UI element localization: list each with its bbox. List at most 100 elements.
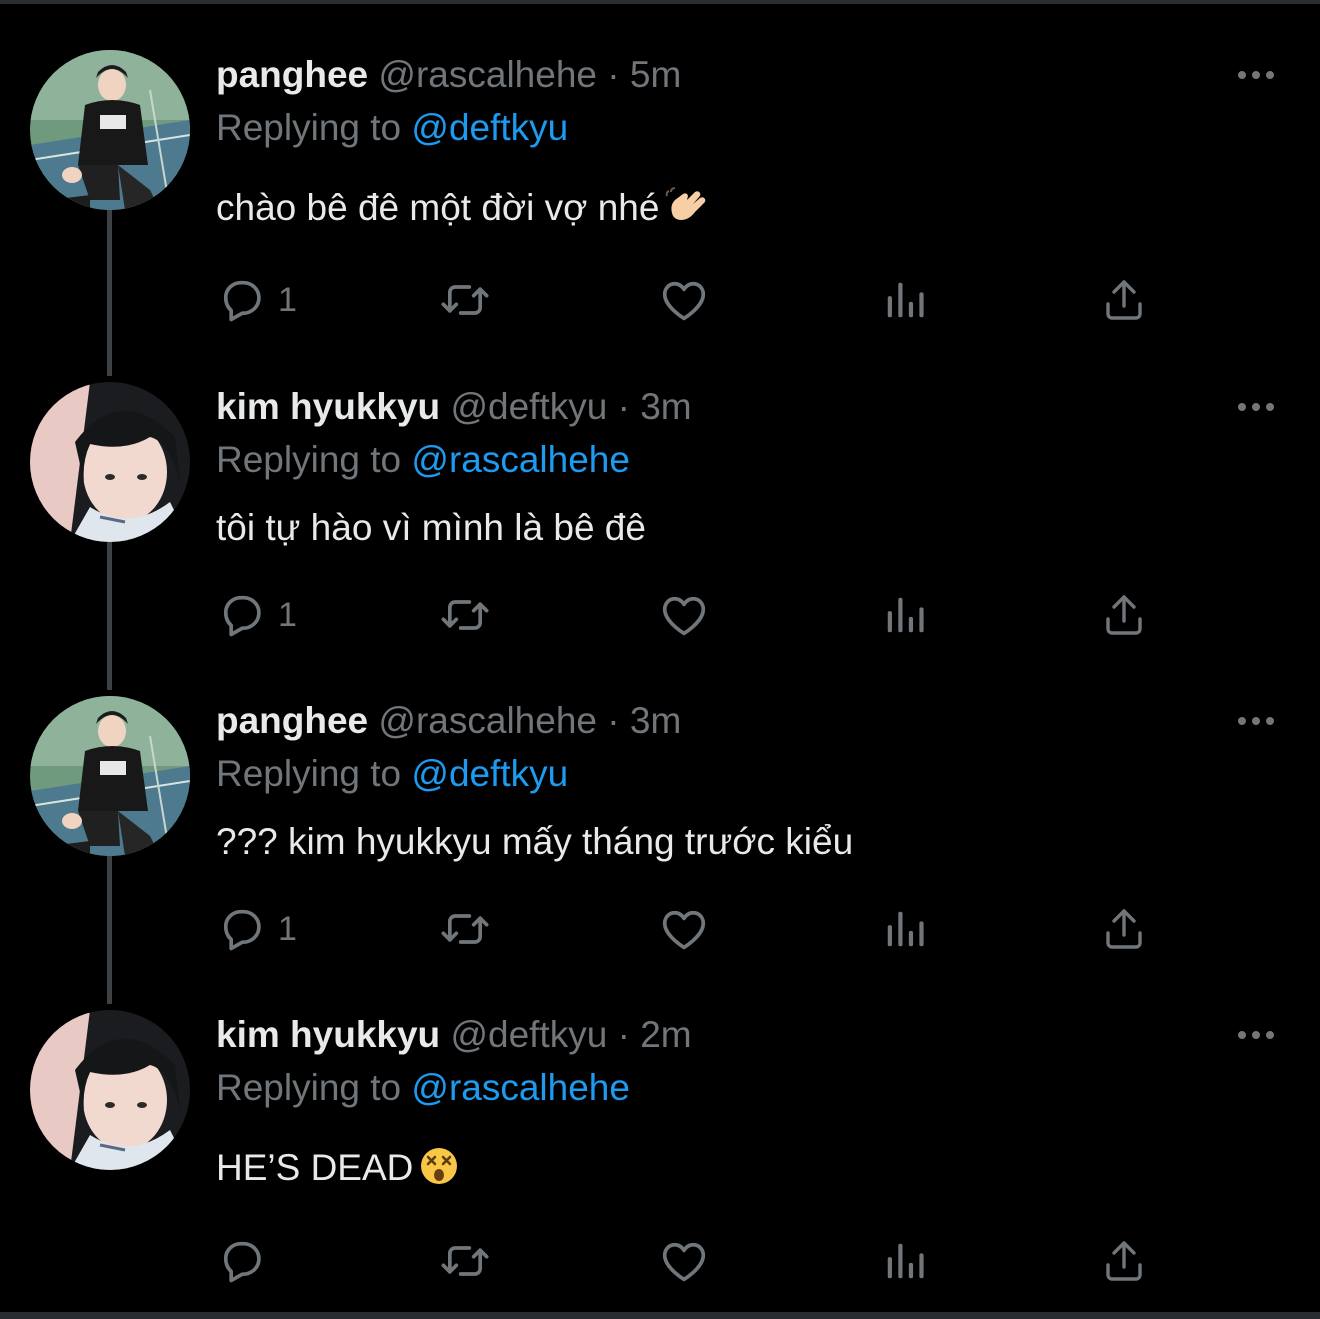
views-icon bbox=[882, 906, 928, 952]
window-bottom-border bbox=[0, 1312, 1320, 1319]
avatar-image bbox=[30, 1010, 190, 1170]
tweet-text-content: tôi tự hào vì mình là bê đê bbox=[216, 507, 646, 548]
separator: · bbox=[607, 700, 620, 741]
separator: · bbox=[617, 386, 630, 427]
replying-to-handle[interactable]: @deftkyu bbox=[411, 753, 568, 794]
dizzy-face-icon bbox=[421, 1148, 458, 1184]
tweet-actions: 1 bbox=[216, 901, 1216, 957]
window-top-border bbox=[0, 0, 1320, 4]
replying-to-handle[interactable]: @rascalhehe bbox=[411, 1067, 630, 1108]
avatar-image bbox=[30, 50, 190, 210]
tweet-header: panghee @rascalhehe · 3m bbox=[216, 696, 681, 746]
tweet-header: panghee @rascalhehe · 5m bbox=[216, 50, 681, 100]
tweet-actions: 1 bbox=[216, 272, 1216, 328]
user-handle[interactable]: @rascalhehe bbox=[378, 700, 597, 741]
heart-icon bbox=[658, 274, 710, 326]
timestamp[interactable]: 3m bbox=[630, 700, 681, 741]
tweet-text: HE’S DEAD bbox=[216, 1143, 459, 1193]
tweet-text: ??? kim hyukkyu mấy tháng trước kiểu bbox=[216, 817, 853, 867]
views-button[interactable] bbox=[882, 1233, 928, 1289]
views-icon bbox=[882, 1238, 928, 1284]
tweet-actions: 1 bbox=[216, 587, 1216, 643]
reply-count: 1 bbox=[278, 910, 297, 948]
retweet-icon bbox=[436, 274, 494, 326]
heart-icon bbox=[658, 903, 710, 955]
more-icon[interactable] bbox=[1236, 400, 1276, 414]
more-icon[interactable] bbox=[1236, 714, 1276, 728]
replying-to-handle[interactable]: @deftkyu bbox=[411, 107, 568, 148]
reply-button[interactable]: 1 bbox=[216, 901, 297, 957]
avatar[interactable] bbox=[30, 696, 190, 856]
share-button[interactable] bbox=[1100, 901, 1148, 957]
replying-to: Replying to @rascalhehe bbox=[216, 435, 630, 485]
heart-icon bbox=[658, 589, 710, 641]
views-button[interactable] bbox=[882, 587, 928, 643]
reply-button[interactable] bbox=[216, 1233, 278, 1289]
views-icon bbox=[882, 277, 928, 323]
avatar[interactable] bbox=[30, 382, 190, 542]
share-button[interactable] bbox=[1100, 1233, 1148, 1289]
retweet-icon bbox=[436, 589, 494, 641]
retweet-icon bbox=[436, 1235, 494, 1287]
replying-to: Replying to @deftkyu bbox=[216, 103, 568, 153]
avatar-image bbox=[30, 382, 190, 542]
more-icon[interactable] bbox=[1236, 68, 1276, 82]
display-name[interactable]: panghee bbox=[216, 54, 368, 95]
retweet-button[interactable] bbox=[436, 1233, 494, 1289]
tweet-text-content: chào bê đê một đời vợ nhé bbox=[216, 187, 660, 228]
replying-to-label: Replying to bbox=[216, 107, 402, 148]
replying-to-label: Replying to bbox=[216, 753, 402, 794]
thread-connector-line bbox=[107, 210, 112, 376]
replying-to-label: Replying to bbox=[216, 1067, 402, 1108]
timestamp[interactable]: 5m bbox=[630, 54, 681, 95]
views-button[interactable] bbox=[882, 901, 928, 957]
display-name[interactable]: kim hyukkyu bbox=[216, 1014, 440, 1055]
reply-icon bbox=[216, 589, 268, 641]
avatar[interactable] bbox=[30, 50, 190, 210]
heart-icon bbox=[658, 1235, 710, 1287]
tweet-actions bbox=[216, 1233, 1216, 1289]
views-button[interactable] bbox=[882, 272, 928, 328]
replying-to: Replying to @rascalhehe bbox=[216, 1063, 630, 1113]
user-handle[interactable]: @rascalhehe bbox=[378, 54, 597, 95]
avatar[interactable] bbox=[30, 1010, 190, 1170]
replying-to-label: Replying to bbox=[216, 439, 402, 480]
tweet-text: chào bê đê một đời vợ nhé bbox=[216, 183, 709, 233]
tweet-header: kim hyukkyu @deftkyu · 3m bbox=[216, 382, 692, 432]
retweet-button[interactable] bbox=[436, 272, 494, 328]
retweet-button[interactable] bbox=[436, 587, 494, 643]
retweet-icon bbox=[436, 903, 494, 955]
timestamp[interactable]: 2m bbox=[640, 1014, 691, 1055]
reply-button[interactable]: 1 bbox=[216, 587, 297, 643]
more-icon[interactable] bbox=[1236, 1028, 1276, 1042]
tweet-text-content: ??? kim hyukkyu mấy tháng trước kiểu bbox=[216, 821, 854, 862]
timestamp[interactable]: 3m bbox=[640, 386, 691, 427]
tweet-text: tôi tự hào vì mình là bê đê bbox=[216, 503, 646, 553]
thread-connector-line bbox=[107, 542, 112, 690]
like-button[interactable] bbox=[658, 1233, 710, 1289]
replying-to-handle[interactable]: @rascalhehe bbox=[411, 439, 630, 480]
share-button[interactable] bbox=[1100, 587, 1148, 643]
reply-icon bbox=[216, 274, 268, 326]
tweet-text-content: HE’S DEAD bbox=[216, 1147, 414, 1188]
reply-count: 1 bbox=[278, 281, 297, 319]
like-button[interactable] bbox=[658, 901, 710, 957]
reply-count: 1 bbox=[278, 596, 297, 634]
display-name[interactable]: panghee bbox=[216, 700, 368, 741]
share-icon bbox=[1100, 905, 1148, 953]
reply-icon bbox=[216, 1235, 268, 1287]
user-handle[interactable]: @deftkyu bbox=[450, 1014, 607, 1055]
like-button[interactable] bbox=[658, 272, 710, 328]
retweet-button[interactable] bbox=[436, 901, 494, 957]
thread-connector-line bbox=[107, 856, 112, 1004]
share-button[interactable] bbox=[1100, 272, 1148, 328]
reply-button[interactable]: 1 bbox=[216, 272, 297, 328]
share-icon bbox=[1100, 1237, 1148, 1285]
avatar-image bbox=[30, 696, 190, 856]
share-icon bbox=[1100, 591, 1148, 639]
user-handle[interactable]: @deftkyu bbox=[450, 386, 607, 427]
views-icon bbox=[882, 592, 928, 638]
display-name[interactable]: kim hyukkyu bbox=[216, 386, 440, 427]
like-button[interactable] bbox=[658, 587, 710, 643]
tweet-header: kim hyukkyu @deftkyu · 2m bbox=[216, 1010, 692, 1060]
